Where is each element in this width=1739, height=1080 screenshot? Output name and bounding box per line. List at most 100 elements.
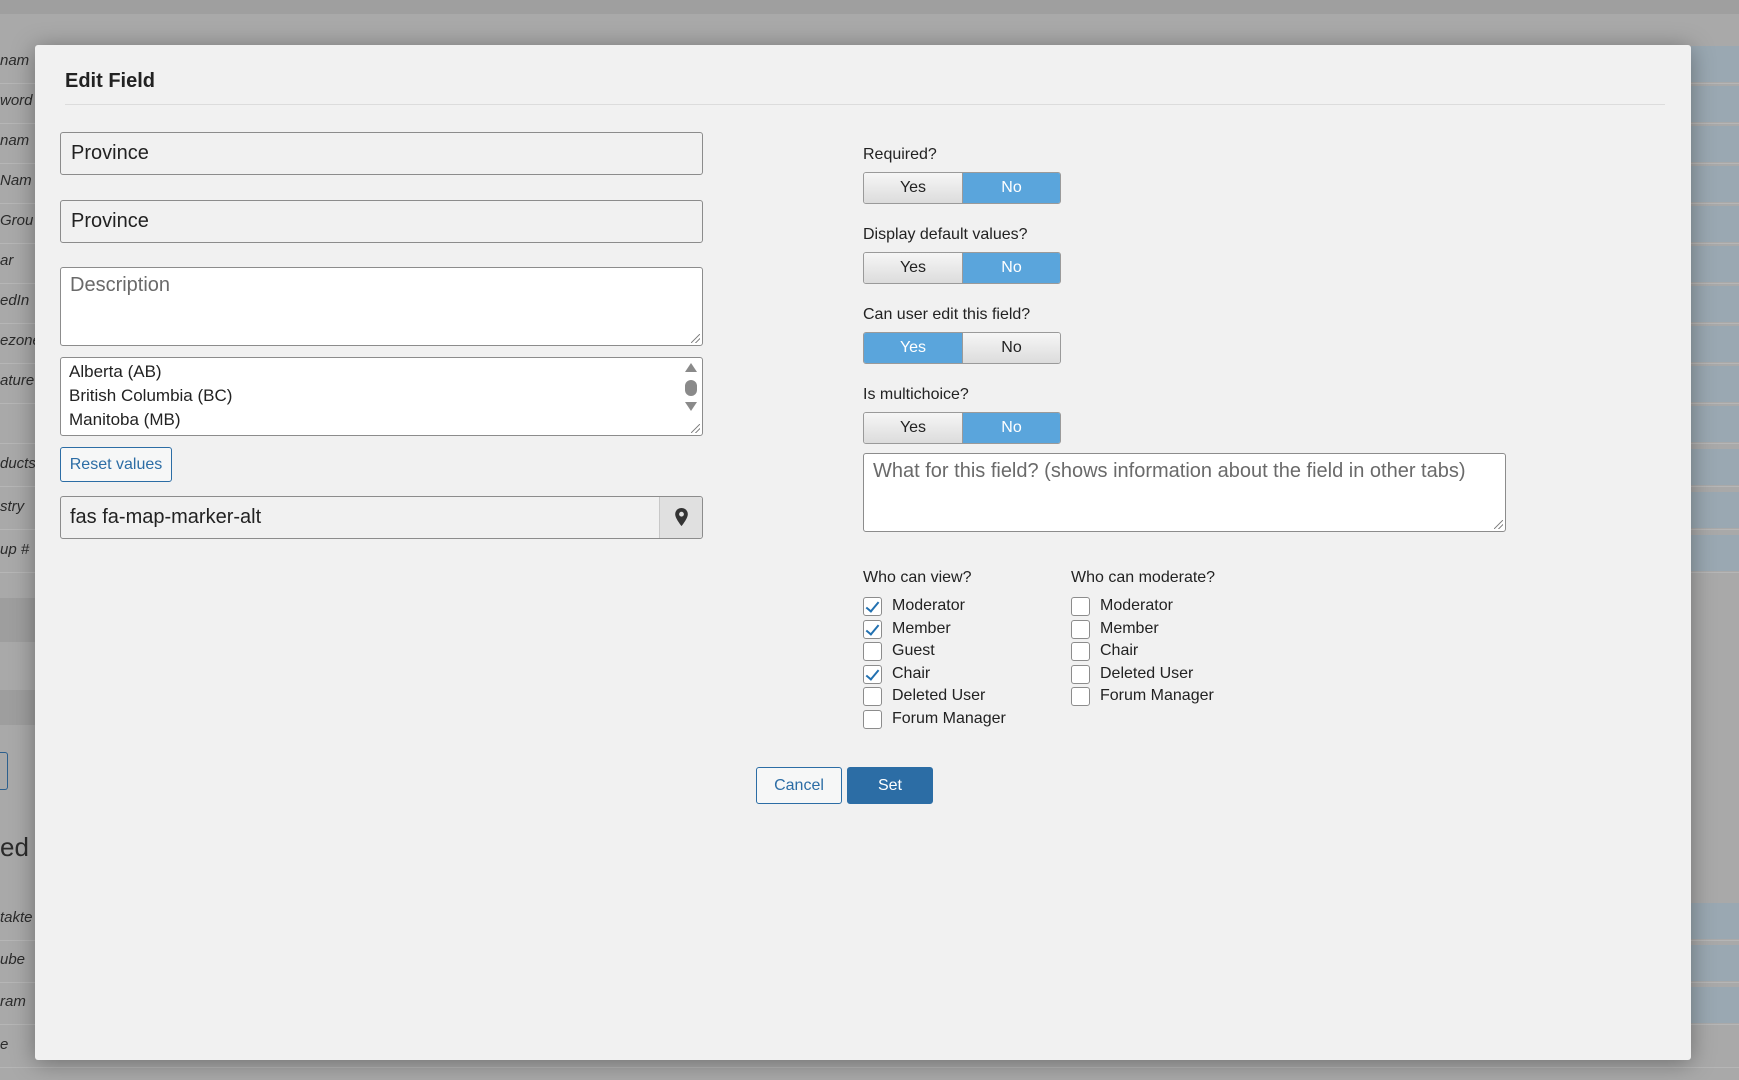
scroll-up-arrow-icon[interactable] xyxy=(685,363,697,372)
display-default-values-toggle[interactable]: Yes No xyxy=(863,252,1061,284)
field-label-input[interactable]: Province xyxy=(60,200,703,243)
resize-grip-icon[interactable] xyxy=(691,424,700,433)
moderate-option-deleted-user[interactable]: Deleted User xyxy=(1071,664,1193,684)
description-textarea[interactable]: Description xyxy=(60,267,703,346)
background-row-cell xyxy=(1690,535,1739,571)
background-button xyxy=(0,752,8,790)
list-item[interactable]: Manitoba (MB) xyxy=(69,410,180,430)
background-row-label: stry xyxy=(0,498,25,515)
checkbox-label: Forum Manager xyxy=(892,710,1006,727)
checkbox[interactable] xyxy=(863,686,882,706)
background-row-cell xyxy=(1690,406,1739,442)
background-band xyxy=(0,690,35,725)
field-info-placeholder: What for this field? (shows information … xyxy=(873,460,1466,482)
icon-class-value: fas fa-map-marker-alt xyxy=(70,506,262,528)
background-row-label: ducts xyxy=(0,455,35,472)
moderate-option-moderator[interactable]: Moderator xyxy=(1071,596,1173,616)
background-row-label: e xyxy=(0,1036,9,1053)
checkbox[interactable] xyxy=(1071,619,1090,639)
view-option-guest[interactable]: Guest xyxy=(863,641,935,661)
dialog-header: Edit Field xyxy=(65,70,1665,105)
cancel-button[interactable]: Cancel xyxy=(756,767,842,804)
checkbox-label: Chair xyxy=(892,665,931,682)
background-band xyxy=(0,598,35,642)
resize-grip-icon[interactable] xyxy=(691,334,700,343)
background-row-label: ram xyxy=(0,993,26,1010)
field-info-textarea[interactable]: What for this field? (shows information … xyxy=(863,453,1506,532)
icon-class-field[interactable]: fas fa-map-marker-alt xyxy=(60,496,703,539)
background-row-cell xyxy=(1690,987,1739,1023)
who-can-moderate-title: Who can moderate? xyxy=(1071,569,1216,586)
background-row-label: Nam xyxy=(0,172,32,189)
checkbox[interactable] xyxy=(863,709,882,729)
multichoice-no-option[interactable]: No xyxy=(962,413,1060,443)
user-can-edit-yes-option[interactable]: Yes xyxy=(864,333,962,363)
background-row-cell xyxy=(1690,492,1739,528)
moderate-option-forum-manager[interactable]: Forum Manager xyxy=(1071,686,1214,706)
checkbox[interactable] xyxy=(1071,664,1090,684)
checkbox[interactable] xyxy=(863,641,882,661)
background-row-cell xyxy=(1690,246,1739,282)
reset-values-button[interactable]: Reset values xyxy=(60,447,172,482)
checkbox-label: Chair xyxy=(1100,642,1139,659)
required-label: Required? xyxy=(863,146,937,163)
background-heading: ed F xyxy=(0,832,35,862)
background-row-cell xyxy=(1690,46,1739,82)
user-can-edit-toggle[interactable]: Yes No xyxy=(863,332,1061,364)
resize-grip-icon[interactable] xyxy=(1494,520,1503,529)
view-option-forum-manager[interactable]: Forum Manager xyxy=(863,709,1006,729)
checkbox-label: Moderator xyxy=(1100,597,1173,614)
list-item[interactable]: Alberta (AB) xyxy=(69,362,162,382)
set-button[interactable]: Set xyxy=(847,767,933,804)
checkbox-label: Member xyxy=(892,620,951,637)
checkbox-label: Moderator xyxy=(892,597,965,614)
view-option-moderator[interactable]: Moderator xyxy=(863,596,965,616)
moderate-option-member[interactable]: Member xyxy=(1071,619,1159,639)
background-row-label: edIn xyxy=(0,292,30,309)
view-option-deleted-user[interactable]: Deleted User xyxy=(863,686,985,706)
default-values-list[interactable]: Alberta (AB) British Columbia (BC) Manit… xyxy=(60,357,703,436)
background-row-cell xyxy=(1690,366,1739,402)
required-no-option[interactable]: No xyxy=(962,173,1060,203)
background-row-cell xyxy=(1690,126,1739,162)
display-default-values-label: Display default values? xyxy=(863,226,1028,243)
background-row-label: takte xyxy=(0,909,33,926)
checkbox[interactable] xyxy=(1071,686,1090,706)
field-name-input[interactable]: Province xyxy=(60,132,703,175)
background-row-label: word xyxy=(0,92,33,109)
background-row-label: Grou xyxy=(0,212,34,229)
background-row-cell xyxy=(1690,449,1739,485)
map-marker-icon xyxy=(675,508,688,526)
background-row-cell xyxy=(1690,326,1739,362)
multichoice-label: Is multichoice? xyxy=(863,386,969,403)
moderate-option-chair[interactable]: Chair xyxy=(1071,641,1138,661)
checkbox[interactable] xyxy=(863,664,882,684)
display-default-values-yes-option[interactable]: Yes xyxy=(864,253,962,283)
checkbox[interactable] xyxy=(1071,596,1090,616)
scroll-down-arrow-icon[interactable] xyxy=(685,402,697,411)
background-row-cell xyxy=(1690,166,1739,202)
description-placeholder: Description xyxy=(70,274,171,296)
multichoice-toggle[interactable]: Yes No xyxy=(863,412,1061,444)
checkbox-label: Member xyxy=(1100,620,1159,637)
required-yes-option[interactable]: Yes xyxy=(864,173,962,203)
checkbox[interactable] xyxy=(863,619,882,639)
multichoice-yes-option[interactable]: Yes xyxy=(864,413,962,443)
user-can-edit-label: Can user edit this field? xyxy=(863,306,1031,323)
who-can-view-title: Who can view? xyxy=(863,569,972,586)
checkbox[interactable] xyxy=(1071,641,1090,661)
view-option-member[interactable]: Member xyxy=(863,619,951,639)
dialog-title: Edit Field xyxy=(65,70,155,92)
list-item[interactable]: British Columbia (BC) xyxy=(69,386,232,406)
display-default-values-no-option[interactable]: No xyxy=(962,253,1060,283)
background-row-cell xyxy=(1690,206,1739,242)
view-option-chair[interactable]: Chair xyxy=(863,664,930,684)
icon-preview-addon[interactable] xyxy=(659,497,702,538)
user-can-edit-no-option[interactable]: No xyxy=(962,333,1060,363)
checkbox[interactable] xyxy=(863,596,882,616)
scrollbar-thumb[interactable] xyxy=(685,380,697,396)
background-row-label: ature xyxy=(0,372,35,389)
background-row-label: ezone xyxy=(0,332,35,349)
required-toggle[interactable]: Yes No xyxy=(863,172,1061,204)
background-row-label: up # xyxy=(0,541,30,558)
